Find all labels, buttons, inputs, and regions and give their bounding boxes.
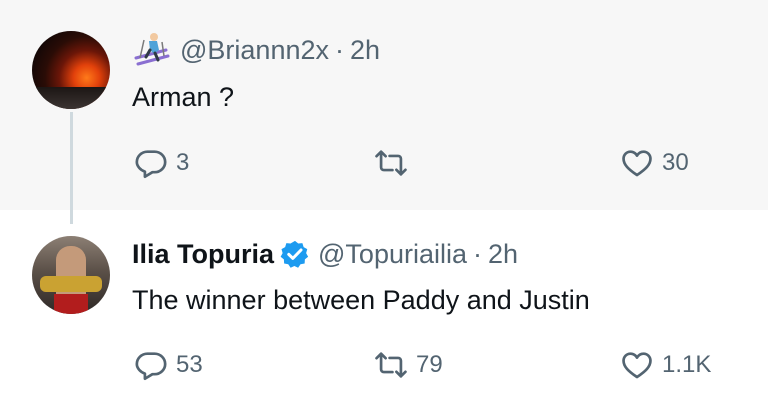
avatar-topuriailia[interactable] bbox=[32, 236, 110, 314]
avatar-briannn2x[interactable] bbox=[32, 31, 110, 109]
separator-dot: · bbox=[335, 34, 344, 65]
avatar-shorts bbox=[54, 294, 88, 314]
like-count: 30 bbox=[662, 149, 689, 176]
like-button[interactable]: 1.1K bbox=[620, 348, 711, 382]
handle[interactable]: @Topuriailia bbox=[318, 239, 467, 270]
repost-count: 79 bbox=[416, 351, 443, 378]
skier-emoji-icon bbox=[132, 30, 172, 70]
reply-button[interactable]: 3 bbox=[134, 146, 189, 180]
avatar-championship-belt bbox=[40, 276, 102, 292]
repost-icon bbox=[374, 348, 408, 382]
separator-dot: · bbox=[473, 238, 482, 269]
repost-icon bbox=[374, 146, 408, 180]
verified-badge-icon[interactable] bbox=[280, 239, 310, 269]
timestamp[interactable]: 2h bbox=[488, 239, 518, 270]
reply-button[interactable]: 53 bbox=[134, 348, 203, 382]
handle[interactable]: @Briannn2x bbox=[180, 35, 329, 66]
tweet-1-header: @Briannn2x · 2h bbox=[132, 30, 380, 70]
reply-count: 3 bbox=[176, 149, 190, 176]
repost-button[interactable]: 79 bbox=[374, 348, 443, 382]
reply-icon bbox=[134, 348, 168, 382]
like-button[interactable]: 30 bbox=[620, 146, 689, 180]
tweet-2-header: Ilia Topuria @Topuriailia · 2h bbox=[132, 234, 518, 274]
tweet-text: Arman ? bbox=[132, 82, 235, 112]
thread-connector-line bbox=[70, 112, 73, 224]
tweet-text: The winner between Paddy and Justin bbox=[132, 285, 590, 315]
heart-icon bbox=[620, 146, 654, 180]
reply-icon bbox=[134, 146, 168, 180]
like-count: 1.1K bbox=[662, 351, 712, 378]
display-name[interactable]: Ilia Topuria bbox=[132, 239, 274, 270]
reply-count: 53 bbox=[176, 351, 203, 378]
timestamp[interactable]: 2h bbox=[350, 35, 380, 66]
repost-button[interactable] bbox=[374, 146, 416, 180]
heart-icon bbox=[620, 348, 654, 382]
